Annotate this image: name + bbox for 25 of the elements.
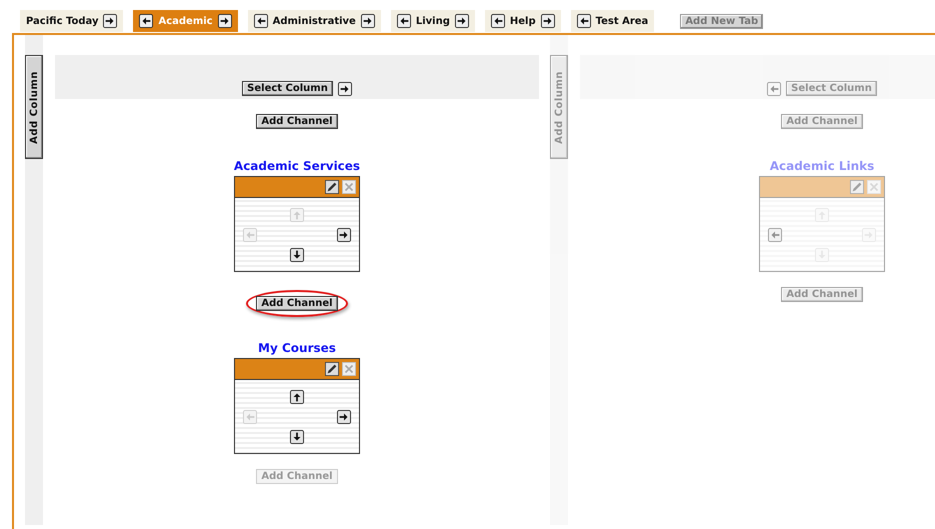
add-column-button[interactable]: Add Column	[25, 55, 43, 159]
move-left-icon[interactable]	[768, 228, 782, 242]
tab[interactable]: Test Area	[570, 10, 654, 32]
move-down-icon[interactable]	[290, 248, 304, 262]
add-channel-button[interactable]: Add Channel	[256, 296, 338, 311]
tab[interactable]: Administrative	[248, 10, 381, 32]
tab-label[interactable]: Test Area	[596, 16, 648, 26]
tab[interactable]: Pacific Today	[20, 10, 124, 32]
tab-label[interactable]: Administrative	[272, 16, 356, 26]
select-column-button[interactable]: Select Column	[242, 81, 333, 96]
tab[interactable]: Living	[390, 10, 475, 32]
move-down-icon[interactable]	[290, 430, 304, 444]
channel-title: My Courses	[258, 341, 336, 355]
channel-title: Academic Links	[770, 159, 874, 173]
tab-label[interactable]: Pacific Today	[26, 16, 98, 26]
tab-label[interactable]: Living	[416, 16, 450, 26]
move-up-icon[interactable]	[290, 390, 304, 404]
move-right-icon[interactable]	[336, 228, 351, 242]
tab-label[interactable]: Help	[510, 16, 536, 26]
add-channel-button[interactable]: Add Channel	[256, 114, 338, 129]
channel-title: Academic Services	[234, 159, 360, 173]
edit-icon[interactable]	[325, 362, 339, 376]
move-right-icon[interactable]	[337, 410, 351, 424]
tab[interactable]: Help	[484, 10, 561, 32]
edit-icon[interactable]	[324, 180, 339, 194]
